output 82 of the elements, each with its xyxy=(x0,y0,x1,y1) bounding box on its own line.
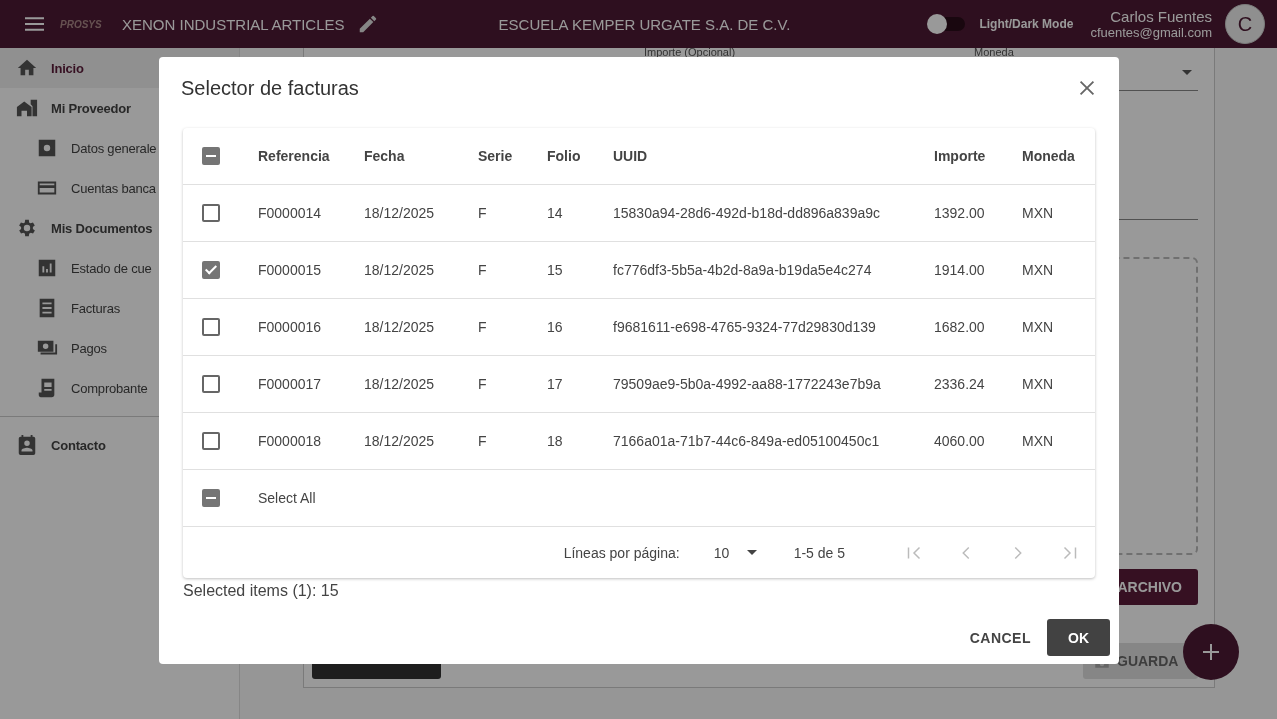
contact-icon xyxy=(16,434,38,456)
gearbox-icon xyxy=(36,137,58,159)
column-header[interactable]: Importe xyxy=(934,148,1022,164)
gear-icon xyxy=(16,217,38,239)
sidebar-item[interactable]: Cuentas banca xyxy=(0,168,239,208)
sidebar-item[interactable]: Mis Documentos xyxy=(0,208,239,248)
table-cell-text: 14 xyxy=(547,205,564,221)
table-cell-text: F xyxy=(478,205,488,221)
table-cell-text: MXN xyxy=(1022,262,1055,278)
user-name: Carlos Fuentes xyxy=(1110,8,1212,25)
table-cell-text: 15830a94-28d6-492d-b18d-dd896a839a9c xyxy=(613,205,882,221)
table-cell-text: 18 xyxy=(547,433,564,449)
app-title: XENON INDUSTRIAL ARTICLES xyxy=(122,15,345,33)
ok-button[interactable]: OK xyxy=(1047,619,1110,656)
table-cell-text: 16 xyxy=(547,319,564,335)
table-cell-text: 4060.00 xyxy=(934,433,986,449)
table-cell-text: 18/12/2025 xyxy=(364,205,436,221)
checkbox[interactable] xyxy=(202,375,220,393)
page-range: 1-5 de 5 xyxy=(793,544,845,561)
checkbox[interactable] xyxy=(202,432,220,450)
add-button[interactable] xyxy=(1183,624,1239,680)
field-label: Moneda xyxy=(974,48,1015,57)
checkbox[interactable] xyxy=(202,261,220,279)
checkbox[interactable] xyxy=(202,204,220,222)
column-header[interactable]: Folio xyxy=(547,148,613,164)
table-cell-text: fc776df3-5b5a-4b2d-8a9a-b19da5e4c274 xyxy=(613,262,873,278)
avatar[interactable]: C xyxy=(1225,4,1265,44)
table-cell-text: F0000014 xyxy=(258,205,323,221)
table-cell-text: 17 xyxy=(547,376,564,392)
checkbox[interactable] xyxy=(202,489,220,507)
column-header[interactable]: Moneda xyxy=(1022,148,1095,164)
column-header[interactable]: Referencia xyxy=(258,148,364,164)
table-cell-text: 18/12/2025 xyxy=(364,262,436,278)
table-cell-text: 1682.00 xyxy=(934,319,986,335)
table-cell-text: 15 xyxy=(547,262,564,278)
user-email: cfuentes@gmail.com xyxy=(1090,25,1212,40)
sidebar-item[interactable]: Datos generale xyxy=(0,128,239,168)
checkbox[interactable] xyxy=(202,147,220,165)
table-cell-text: F0000015 xyxy=(258,262,323,278)
theme-label: Light/Dark Mode xyxy=(979,17,1074,31)
caret-icon xyxy=(1182,70,1192,75)
column-header[interactable]: Fecha xyxy=(364,148,478,164)
table-cell-text: MXN xyxy=(1022,205,1055,221)
sidebar-item[interactable]: Facturas xyxy=(0,288,239,328)
cancel-button[interactable]: CANCEL xyxy=(969,619,1031,656)
table-cell-text: 18/12/2025 xyxy=(364,433,436,449)
sidebar-item[interactable]: Pagos xyxy=(0,328,239,368)
table-cell-text: F0000016 xyxy=(258,319,323,335)
sidebar-item[interactable]: Contacto xyxy=(0,425,239,465)
sidebar-item[interactable]: Comprobante xyxy=(0,368,239,408)
table-cell-text: F xyxy=(478,262,488,278)
table-cell-text: F xyxy=(478,319,488,335)
chart-icon xyxy=(36,257,58,279)
table-cell-text: F xyxy=(478,376,488,392)
column-header[interactable]: UUID xyxy=(613,148,934,164)
rows-per-page-label: Líneas por página: xyxy=(563,544,680,561)
caret-icon xyxy=(747,550,758,555)
selection-summary: Selected items (1): 15 xyxy=(183,582,340,600)
table-cell-text: F0000018 xyxy=(258,433,323,449)
table-cell-text: F0000017 xyxy=(258,376,323,392)
menu-icon[interactable] xyxy=(25,17,44,31)
table-cell-text: 1392.00 xyxy=(934,205,986,221)
column-header[interactable]: Serie xyxy=(478,148,547,164)
table-cell-text: 18/12/2025 xyxy=(364,319,436,335)
table-cell-text: 2336.24 xyxy=(934,376,986,392)
rows-per-page-select[interactable]: 10 xyxy=(713,544,764,561)
table-cell-text: f9681611-e698-4765-9324-77d29830d139 xyxy=(613,319,877,335)
building-icon xyxy=(16,97,38,119)
select-all-label: Select All xyxy=(258,490,316,506)
table-cell-text: 7166a01a-71b7-44c6-849a-ed05100450c1 xyxy=(613,433,881,449)
table-cell-text: 18/12/2025 xyxy=(364,376,436,392)
table-cell-text: MXN xyxy=(1022,319,1055,335)
table-cell-text: 79509ae9-5b0a-4992-aa88-1772243e7b9a xyxy=(613,376,882,392)
table-cell-text: MXN xyxy=(1022,433,1055,449)
checkbox[interactable] xyxy=(202,318,220,336)
logo: PROSYS xyxy=(60,18,103,30)
table-cell-text: MXN xyxy=(1022,376,1055,392)
table-cell-text: 1914.00 xyxy=(934,262,986,278)
company-name: ESCUELA KEMPER URGATE S.A. DE C.V. xyxy=(498,15,791,33)
sidebar-item[interactable]: Estado de cue xyxy=(0,248,239,288)
field-label: Importe (Opcional) xyxy=(644,48,737,57)
table-cell-text: F xyxy=(478,433,488,449)
